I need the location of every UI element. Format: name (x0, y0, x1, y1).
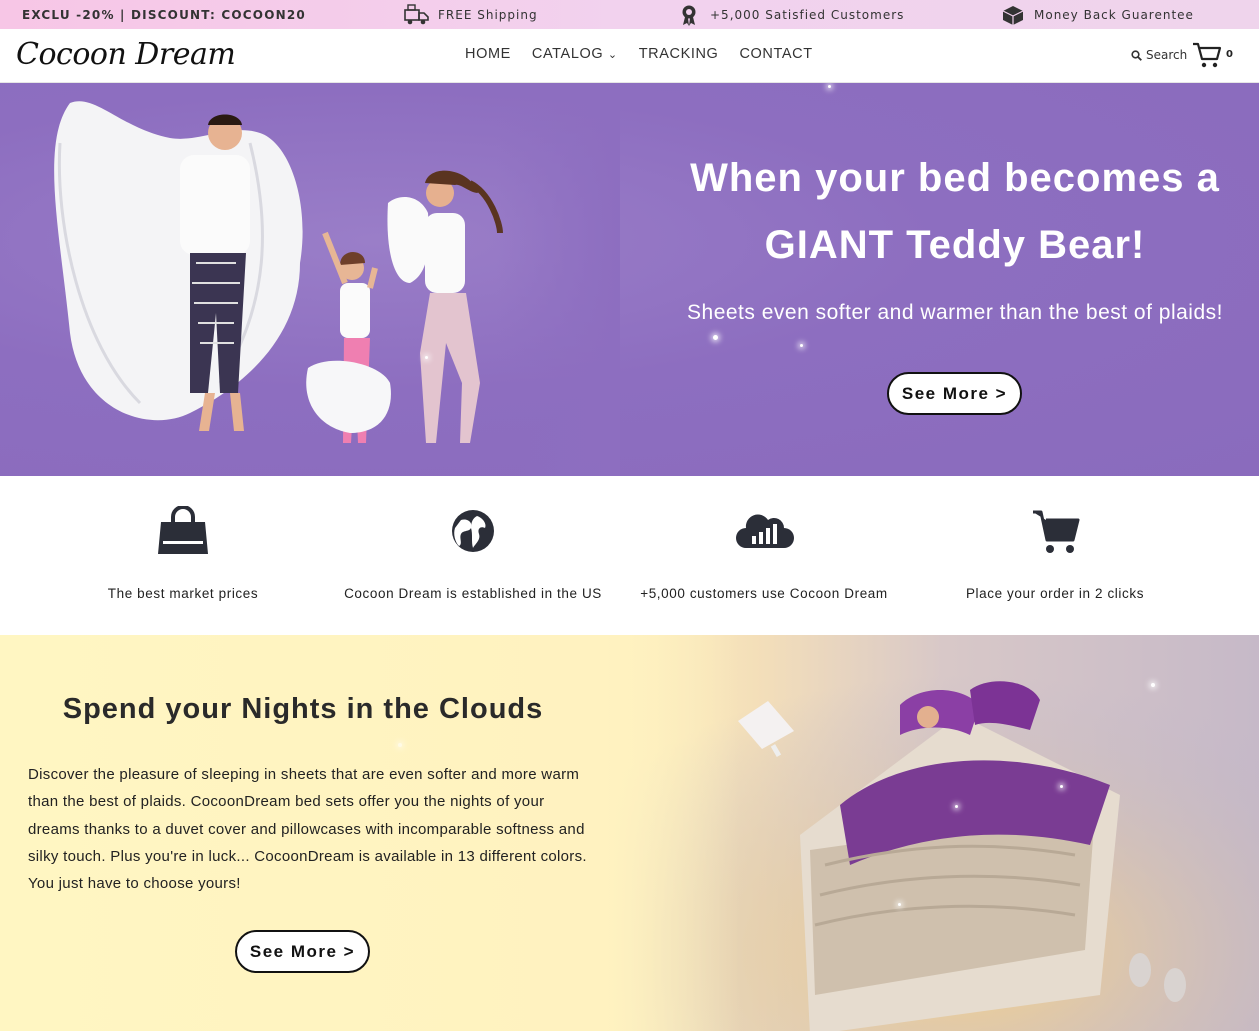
main-nav: HOME CATALOG ⌄ TRACKING CONTACT (465, 46, 813, 62)
clouds-section: Spend your Nights in the Clouds Discover… (0, 635, 1259, 1031)
feature-customers: +5,000 customers use Cocoon Dream (619, 506, 909, 601)
money-box-icon (1002, 5, 1024, 25)
feature-established: Cocoon Dream is established in the US (328, 506, 618, 601)
sparkle (955, 805, 958, 808)
search-icon (1131, 49, 1142, 61)
nav-tracking[interactable]: TRACKING (639, 46, 719, 62)
feature-order-text: Place your order in 2 clicks (965, 586, 1145, 601)
cart-button[interactable]: 0 (1192, 41, 1233, 69)
nav-catalog-label: CATALOG (531, 46, 604, 62)
clouds-body: Discover the pleasure of sleeping in she… (28, 766, 587, 893)
sparkle (1060, 785, 1063, 788)
cart-icon (1033, 510, 1080, 553)
chevron-down-icon: ⌄ (607, 49, 618, 61)
globe-icon (452, 510, 494, 552)
customers-text: +5,000 Satisfied Customers (710, 7, 905, 22)
feature-prices: The best market prices (38, 506, 328, 601)
hero-title-line1: When your bed becomes a (690, 156, 1220, 200)
search-label: Search (1146, 48, 1188, 62)
shipping-text: FREE Shipping (438, 7, 538, 22)
nav-home[interactable]: HOME (465, 46, 511, 62)
clouds-see-more-button[interactable]: See More > (235, 930, 370, 973)
guarantee-badge: Money Back Guarentee (1000, 4, 1194, 26)
sparkle (1151, 683, 1155, 687)
award-ribbon-icon (682, 5, 696, 26)
sparkle (713, 335, 718, 340)
hero-see-more-button[interactable]: See More > (887, 372, 1022, 415)
floating-bed-illustration (610, 635, 1259, 1031)
feature-prices-text: The best market prices (107, 586, 259, 601)
hero-banner: When your bed becomes a GIANT Teddy Bear… (0, 83, 1259, 476)
site-logo[interactable]: Cocoon Dream (16, 37, 236, 72)
promo-text: EXCLU -20% | DISCOUNT: COCOON20 (22, 7, 306, 22)
features-row: The best market prices Cocoon Dream is e… (0, 476, 1259, 635)
sparkle (425, 356, 428, 359)
delivery-truck-icon (404, 3, 429, 24)
nav-contact[interactable]: CONTACT (739, 46, 812, 62)
announcement-bar: EXCLU -20% | DISCOUNT: COCOON20 FREE Shi… (0, 0, 1259, 29)
cloud-chart-icon (736, 514, 794, 548)
family-jumping-illustration (0, 83, 620, 476)
sparkle (398, 743, 402, 747)
shipping-badge: FREE Shipping (404, 3, 538, 26)
guarantee-text: Money Back Guarentee (1034, 7, 1194, 22)
hero-subtitle: Sheets even softer and warmer than the b… (687, 301, 1223, 324)
feature-established-text: Cocoon Dream is established in the US (344, 586, 602, 601)
clouds-title: Spend your Nights in the Clouds (62, 693, 544, 725)
customers-badge: +5,000 Satisfied Customers (676, 4, 904, 26)
shopping-bag-icon (158, 506, 208, 554)
hero-title-line2: GIANT Teddy Bear! (764, 223, 1146, 267)
cart-icon (1193, 42, 1222, 68)
hero-title: When your bed becomes a GIANT Teddy Bear… (660, 145, 1250, 279)
sparkle (898, 903, 901, 906)
nav-catalog[interactable]: CATALOG ⌄ (532, 46, 618, 62)
feature-order: Place your order in 2 clicks (910, 506, 1200, 601)
feature-customers-text: +5,000 customers use Cocoon Dream (640, 586, 888, 601)
site-header: Cocoon Dream HOME CATALOG ⌄ TRACKING CON… (0, 29, 1259, 83)
sparkle (800, 344, 803, 347)
cart-count: 0 (1226, 49, 1233, 60)
sparkle (828, 85, 831, 88)
search-button[interactable]: Search (1131, 48, 1187, 62)
